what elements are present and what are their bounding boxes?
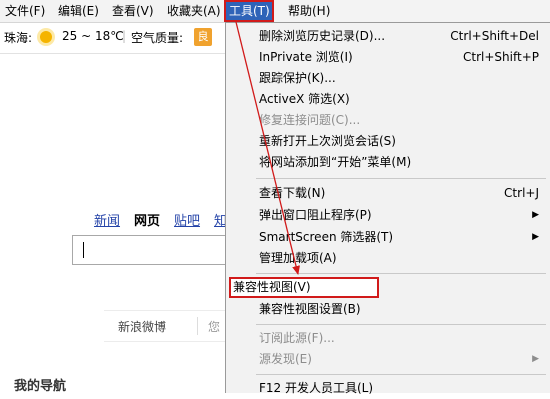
air-quality-badge[interactable]: 良	[194, 28, 212, 46]
menu-item-label: 查看下载(N)	[259, 186, 326, 200]
weibo-panel: 新浪微博 您	[104, 310, 226, 342]
menu-divider	[256, 273, 546, 274]
menu-item-label: 兼容性视图(V)	[233, 280, 311, 294]
menu-item-view-downloads[interactable]: 查看下载(N) Ctrl+J	[226, 183, 549, 204]
weather-bar: 珠海: 25 ~ 18℃ | 空气质量: 良	[0, 23, 226, 54]
menu-item-fix-connection: 修复连接问题(C)...	[226, 110, 549, 131]
submenu-arrow-icon: ▶	[532, 210, 539, 220]
menu-item-manage-addons[interactable]: 管理加载项(A)	[226, 248, 549, 269]
menu-divider	[256, 324, 546, 325]
submenu-arrow-icon: ▶	[532, 232, 539, 242]
menu-view[interactable]: 查看(V)	[109, 0, 157, 22]
menu-edit[interactable]: 编辑(E)	[55, 0, 102, 22]
search-input[interactable]	[72, 235, 233, 265]
air-quality-label: 空气质量:	[131, 31, 184, 45]
menu-item-compatibility-view[interactable]: 兼容性视图(V)	[229, 277, 379, 298]
menu-item-label: 修复连接问题(C)...	[259, 113, 361, 127]
link-web[interactable]: 网页	[134, 210, 160, 229]
menu-item-reopen-session[interactable]: 重新打开上次浏览会话(S)	[226, 131, 549, 152]
tools-dropdown-menu: 删除浏览历史记录(D)... Ctrl+Shift+Del InPrivate …	[225, 22, 550, 395]
menu-item-label: 订阅此源(F)...	[259, 331, 335, 345]
menu-item-subscribe-feed: 订阅此源(F)...	[226, 328, 549, 349]
menu-divider	[256, 178, 546, 179]
weather-temp: 25 ~ 18℃	[62, 29, 124, 43]
menu-item-label: F12 开发人员工具(L)	[259, 381, 374, 395]
menu-divider	[256, 374, 546, 375]
link-news[interactable]: 新闻	[94, 210, 120, 229]
menu-item-shortcut: Ctrl+Shift+P	[463, 50, 539, 64]
menu-item-add-to-start[interactable]: 将网站添加到“开始”菜单(M)	[226, 152, 549, 173]
menu-item-tracking-protection[interactable]: 跟踪保护(K)...	[226, 68, 549, 89]
menu-item-label: 管理加载项(A)	[259, 251, 337, 265]
menu-item-shortcut: Ctrl+J	[504, 186, 539, 200]
weather-separator: |	[122, 29, 127, 43]
link-tieba[interactable]: 贴吧	[174, 210, 200, 229]
weather-city: 珠海:	[4, 31, 33, 45]
weibo-label[interactable]: 新浪微博	[118, 318, 166, 335]
menu-item-label: 兼容性视图设置(B)	[259, 302, 361, 316]
menu-item-feed-discovery: 源发现(E) ▶	[226, 349, 549, 370]
weibo-divider	[197, 317, 198, 335]
menu-item-shortcut: Ctrl+Shift+Del	[450, 29, 539, 43]
menu-item-label: 重新打开上次浏览会话(S)	[259, 134, 396, 148]
menu-item-compatibility-settings[interactable]: 兼容性视图设置(B)	[226, 299, 549, 320]
menu-item-label: 弹出窗口阻止程序(P)	[259, 208, 372, 222]
menu-file[interactable]: 文件(F)	[2, 0, 48, 22]
submenu-arrow-icon: ▶	[532, 354, 539, 364]
text-caret	[83, 242, 84, 258]
menu-item-label: 将网站添加到“开始”菜单(M)	[259, 155, 412, 169]
my-navigation-heading: 我的导航	[14, 379, 67, 394]
menu-item-popup-blocker[interactable]: 弹出窗口阻止程序(P) ▶	[226, 205, 549, 226]
menu-item-label: SmartScreen 筛选器(T)	[259, 230, 394, 244]
menu-item-label: InPrivate 浏览(I)	[259, 50, 353, 64]
menu-item-f12-devtools[interactable]: F12 开发人员工具(L)	[226, 378, 549, 399]
menu-bar: 文件(F) 编辑(E) 查看(V) 收藏夹(A) 工具(T) 帮助(H)	[0, 0, 550, 23]
sun-icon	[40, 31, 52, 43]
menu-favorites[interactable]: 收藏夹(A)	[164, 0, 224, 22]
menu-tools[interactable]: 工具(T)	[224, 0, 274, 22]
menu-item-activex-filter[interactable]: ActiveX 筛选(X)	[226, 89, 549, 110]
menu-help[interactable]: 帮助(H)	[285, 0, 333, 22]
weibo-partial-text: 您	[208, 320, 221, 334]
menu-item-label: 源发现(E)	[259, 352, 312, 366]
menu-item-smartscreen[interactable]: SmartScreen 筛选器(T) ▶	[226, 227, 549, 248]
menu-item-inprivate[interactable]: InPrivate 浏览(I) Ctrl+Shift+P	[226, 47, 549, 68]
menu-item-delete-history[interactable]: 删除浏览历史记录(D)... Ctrl+Shift+Del	[226, 26, 549, 47]
menu-item-label: 跟踪保护(K)...	[259, 71, 336, 85]
menu-item-label: 删除浏览历史记录(D)...	[259, 29, 386, 43]
menu-item-label: ActiveX 筛选(X)	[259, 92, 350, 106]
